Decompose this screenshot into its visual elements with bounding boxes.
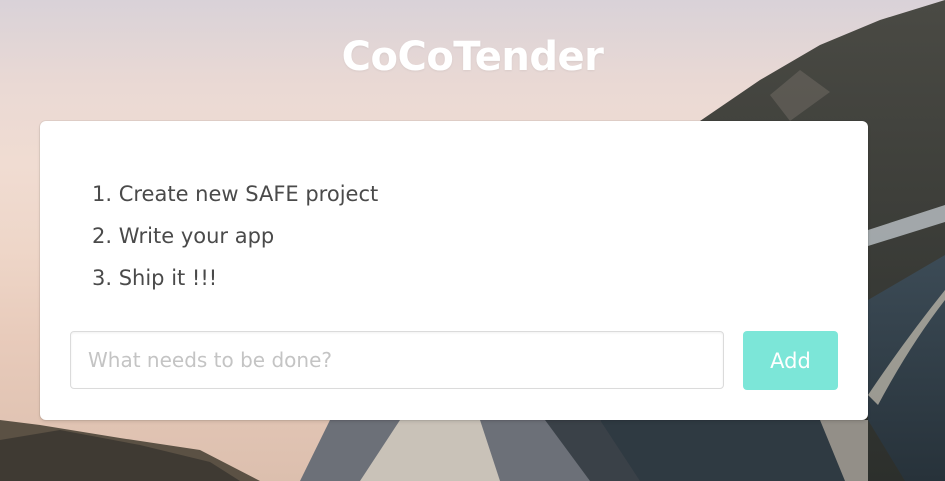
todo-item: 3. Ship it !!! <box>92 266 218 290</box>
todo-item: 2. Write your app <box>92 224 275 248</box>
todo-list: 1. Create new SAFE project 2. Write your… <box>92 177 378 303</box>
add-button[interactable]: Add <box>743 331 838 390</box>
todo-card: 1. Create new SAFE project 2. Write your… <box>40 121 868 420</box>
app-title: CoCoTender <box>341 34 604 80</box>
todo-item: 1. Create new SAFE project <box>92 182 379 206</box>
new-todo-input[interactable] <box>70 331 724 389</box>
